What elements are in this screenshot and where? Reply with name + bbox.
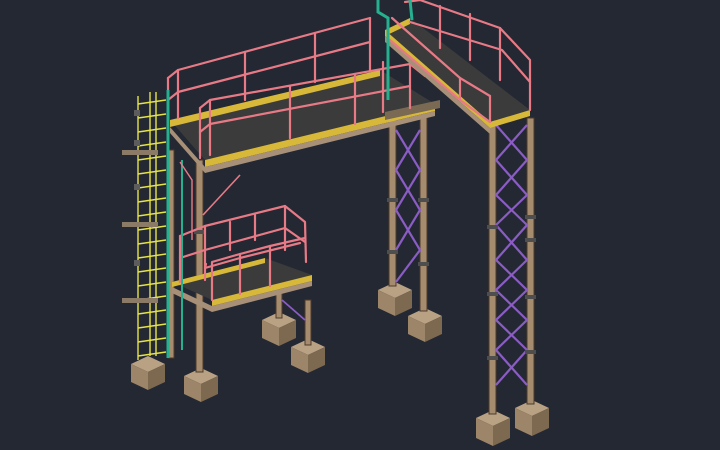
foundation-pad: [408, 308, 442, 342]
ladder-rungs: [137, 99, 167, 357]
lower-platform: [172, 204, 312, 312]
column: [488, 117, 497, 415]
foundation-pads: [131, 282, 549, 446]
cad-viewport[interactable]: [0, 0, 720, 450]
column: [195, 159, 204, 373]
foundation-pad: [184, 368, 218, 402]
foundation-pad: [476, 410, 510, 446]
column: [304, 299, 312, 346]
column: [526, 117, 535, 405]
ladder-brackets: [122, 110, 158, 303]
structure-drawing: [122, 0, 549, 446]
foundation-pad: [378, 282, 412, 316]
foundation-pad: [131, 356, 165, 390]
column: [419, 114, 428, 312]
foundation-pad: [515, 400, 549, 436]
